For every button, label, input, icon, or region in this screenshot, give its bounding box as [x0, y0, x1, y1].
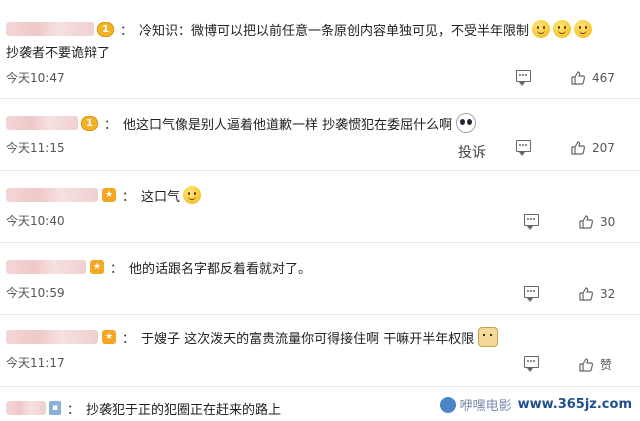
reply-button[interactable] — [516, 70, 531, 86]
username-blurred[interactable] — [6, 260, 86, 274]
reply-button[interactable] — [516, 140, 531, 156]
comment-header: ★ ： 于嫂子 这次泼天的富贵流量你可得接住啊 干嘛开半年权限 — [0, 324, 499, 350]
comment-timestamp: 今天10:40 — [6, 214, 65, 228]
like-count: 32 — [600, 287, 616, 301]
watermark-url: www.365jz.com — [517, 397, 632, 412]
comment-text: 他的话跟名字都反着看就对了。 — [129, 261, 312, 277]
like-count: 30 — [600, 215, 616, 229]
member-badge-icon: ▪ — [49, 401, 61, 415]
smile-emoji-icon — [553, 20, 571, 38]
comment-divider — [0, 170, 640, 171]
comment-icon — [516, 140, 531, 156]
name-separator: ： — [119, 23, 133, 39]
comment-item: ★ ： 于嫂子 这次泼天的富贵流量你可得接住啊 干嘛开半年权限 今天11:17 … — [0, 324, 640, 376]
thumbs-up-icon — [579, 215, 594, 229]
like-count: 赞 — [600, 358, 613, 372]
comment-text: 抄袭犯于正的犯圈正在赶来的路上 — [86, 402, 282, 418]
like-count: 467 — [592, 71, 615, 85]
comment-timestamp: 今天10:47 — [6, 71, 65, 85]
name-separator: ： — [67, 402, 81, 418]
like-button[interactable]: 30 — [578, 214, 615, 230]
reply-button[interactable] — [524, 286, 539, 302]
comment-header: ▪ ： 抄袭犯于正的犯圈正在赶来的路上 — [0, 395, 281, 421]
comment-item: 1 ： 他这口气像是别人逼着他道歉一样 抄袭惯犯在委屈什么啊 今天11:15 投… — [0, 110, 640, 162]
thumbs-up-icon — [571, 141, 586, 155]
comment-timestamp: 今天10:59 — [6, 286, 65, 300]
user-level-badge: 1 — [97, 21, 114, 37]
comment-icon — [516, 70, 531, 86]
username-blurred[interactable] — [6, 188, 98, 202]
panda-emoji-icon — [456, 113, 477, 133]
comment-icon — [524, 356, 539, 372]
comment-text: 他这口气像是别人逼着他道歉一样 抄袭惯犯在委屈什么啊 — [122, 117, 453, 133]
name-separator: ： — [110, 261, 124, 277]
like-button[interactable]: 467 — [570, 70, 615, 86]
like-button[interactable]: 赞 — [578, 356, 612, 373]
name-separator: ： — [103, 117, 117, 133]
comment-header: ★ ： 这口气 — [0, 182, 202, 208]
username-blurred[interactable] — [6, 22, 94, 36]
fan-badge-icon: ★ — [102, 188, 116, 202]
comment-text-continued: 抄袭者不要诡辩了 — [6, 46, 111, 61]
name-separator: ： — [122, 189, 136, 205]
comment-text: 于嫂子 这次泼天的富贵流量你可得接住啊 干嘛开半年权限 — [141, 331, 475, 347]
comment-timestamp: 今天11:17 — [6, 356, 65, 370]
comment-divider — [0, 314, 640, 315]
smile-emoji-icon — [183, 186, 202, 204]
smile-emoji-icon — [574, 20, 592, 38]
comment-item: 1 ： 冷知识：微博可以把以前任意一条原创内容单独可见，不受半年限制 抄袭者不要… — [0, 16, 640, 86]
comment-header: ★ ： 他的话跟名字都反着看就对了。 — [0, 254, 311, 280]
smile-emoji-icon — [532, 20, 550, 38]
reply-button[interactable] — [524, 214, 539, 230]
comment-divider — [0, 242, 640, 243]
comment-timestamp: 今天11:15 — [6, 141, 65, 155]
comment-text: 冷知识：微博可以把以前任意一条原创内容单独可见，不受半年限制 — [138, 23, 529, 39]
thumbs-up-icon — [571, 71, 586, 85]
doge-emoji-icon — [478, 327, 499, 347]
report-button[interactable]: 投诉 — [458, 142, 486, 162]
comment-item: ★ ： 这口气 今天10:40 30 — [0, 182, 640, 234]
like-button[interactable]: 207 — [570, 140, 615, 156]
comment-text: 这口气 — [141, 189, 181, 205]
fan-badge-icon: ★ — [90, 260, 104, 274]
reply-button[interactable] — [524, 356, 539, 372]
like-button[interactable]: 32 — [578, 286, 615, 302]
name-separator: ： — [122, 331, 136, 347]
thumbs-up-icon — [579, 287, 594, 301]
comment-divider — [0, 98, 640, 99]
comment-divider — [0, 386, 640, 387]
comment-icon — [524, 286, 539, 302]
user-level-badge: 1 — [81, 115, 98, 131]
watermark-logo-icon — [439, 396, 456, 413]
comment-icon — [524, 214, 539, 230]
comment-header: 1 ： 冷知识：微博可以把以前任意一条原创内容单独可见，不受半年限制 — [0, 16, 592, 42]
like-count: 207 — [592, 141, 615, 155]
comment-item: ★ ： 他的话跟名字都反着看就对了。 今天10:59 32 — [0, 254, 640, 306]
thumbs-up-icon — [579, 357, 594, 372]
username-blurred[interactable] — [6, 401, 46, 415]
username-blurred[interactable] — [6, 330, 98, 344]
site-watermark: 咿嘿电影 www.365jz.com — [439, 395, 632, 414]
comment-header: 1 ： 他这口气像是别人逼着他道歉一样 抄袭惯犯在委屈什么啊 — [0, 110, 477, 136]
username-blurred[interactable] — [6, 116, 78, 130]
watermark-name: 咿嘿电影 — [459, 399, 512, 414]
fan-badge-icon: ★ — [102, 330, 116, 344]
